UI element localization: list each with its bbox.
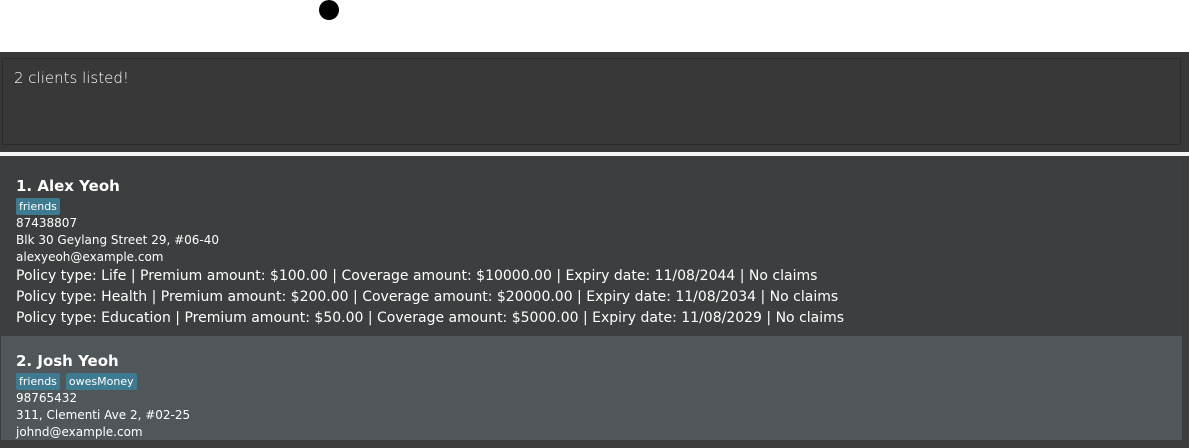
- client-tags: friends owesMoney: [16, 373, 1182, 390]
- top-strip: [0, 0, 1189, 52]
- client-name: 2. Josh Yeoh: [16, 352, 119, 370]
- tag-label: owesMoney: [65, 373, 137, 390]
- client-card[interactable]: 1. Alex Yeoh friends 87438807 Blk 30 Gey…: [1, 161, 1182, 336]
- client-address: 311, Clementi Ave 2, #02-25: [16, 408, 191, 422]
- cursor-dot-icon: [319, 0, 339, 20]
- result-display-panel: 2 clients listed!: [0, 52, 1189, 152]
- client-policy: Policy type: Life | Premium amount: $100…: [16, 268, 818, 284]
- client-card-selected[interactable]: 2. Josh Yeoh friends owesMoney 98765432 3…: [1, 336, 1182, 440]
- tag-label: friends: [16, 373, 60, 390]
- client-list-panel[interactable]: 1. Alex Yeoh friends 87438807 Blk 30 Gey…: [0, 156, 1189, 448]
- client-phone: 98765432: [16, 391, 78, 405]
- client-address: Blk 30 Geylang Street 29, #06-40: [16, 233, 220, 247]
- result-display-box: 2 clients listed!: [2, 58, 1181, 145]
- client-name: 1. Alex Yeoh: [16, 177, 120, 195]
- client-email: alexyeoh@example.com: [16, 250, 164, 264]
- client-policy: Policy type: Health | Premium amount: $2…: [16, 289, 839, 305]
- client-policy: Policy type: Education | Premium amount:…: [16, 310, 845, 326]
- client-phone: 87438807: [16, 216, 78, 230]
- result-message: 2 clients listed!: [14, 69, 129, 87]
- client-tags: friends: [16, 198, 1182, 215]
- tag-label: friends: [16, 198, 60, 215]
- client-email: johnd@example.com: [16, 425, 143, 439]
